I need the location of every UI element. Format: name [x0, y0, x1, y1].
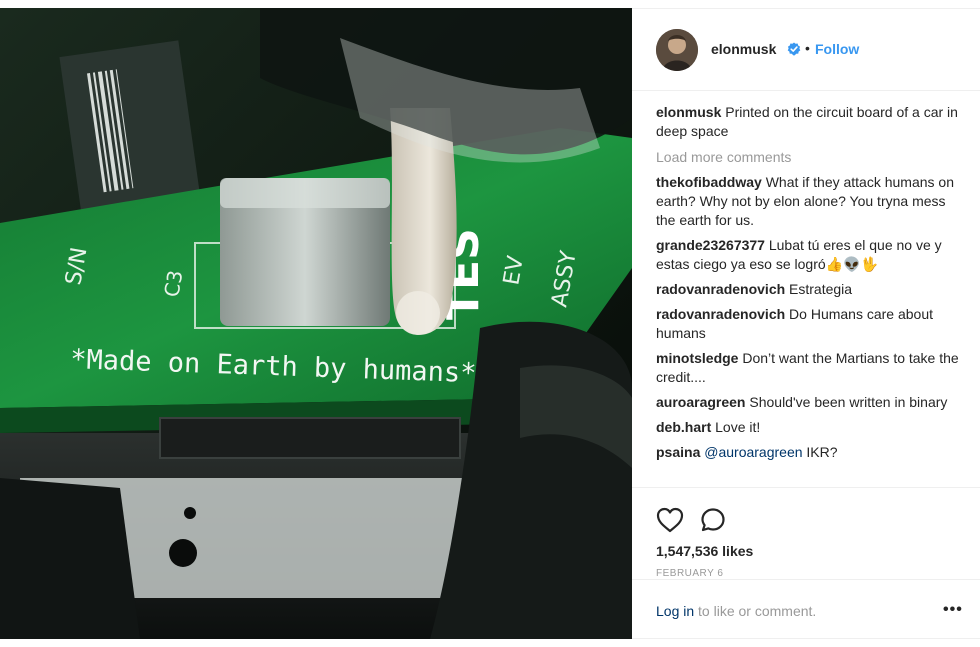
comment-text: Love it! [715, 419, 761, 435]
login-link[interactable]: Log in [656, 603, 694, 619]
comments-list: elonmusk Printed on the circuit board of… [656, 103, 966, 468]
comment-mention[interactable]: @auroaragreen [704, 444, 802, 460]
verified-badge-icon [787, 42, 801, 56]
post-photo[interactable]: S/N C3 EV ASSY TES *Made on Earth by hum… [0, 8, 632, 639]
comment-username[interactable]: auroaragreen [656, 394, 745, 410]
post-date: FEBRUARY 6 [656, 568, 724, 579]
follow-button[interactable]: Follow [815, 41, 859, 57]
more-options-button[interactable]: ••• [943, 601, 963, 619]
load-more-comments-button[interactable]: Load more comments [656, 149, 966, 165]
comment-bubble-icon[interactable] [700, 507, 726, 533]
comment-username[interactable]: thekofibaddway [656, 174, 762, 190]
circuit-board-image: S/N C3 EV ASSY TES *Made on Earth by hum… [0, 8, 632, 639]
comment-item: minotsledge Don’t want the Martians to t… [656, 349, 966, 387]
author-username[interactable]: elonmusk [711, 41, 776, 57]
silk-ev: EV [499, 254, 529, 287]
comment-username[interactable]: minotsledge [656, 350, 738, 366]
comment-item: auroaragreen Should've been written in b… [656, 393, 966, 412]
comment-username[interactable]: psaina [656, 444, 700, 460]
comment-item: radovanradenovich Estrategia [656, 280, 966, 299]
comment-text: Estrategia [789, 281, 853, 297]
comment-item: radovanradenovich Do Humans care about h… [656, 305, 966, 343]
comment-item: deb.hart Love it! [656, 418, 966, 437]
comment-username[interactable]: radovanradenovich [656, 281, 785, 297]
comment-username[interactable]: grande23267377 [656, 237, 765, 253]
post-header: elonmusk • Follow [632, 9, 980, 91]
heart-icon[interactable] [656, 507, 684, 533]
comment-item: psaina @auroaragreen IKR? [656, 443, 966, 462]
post-sidebar: elonmusk • Follow elonmusk Printed on th… [632, 8, 980, 639]
avatar-image [656, 29, 698, 71]
comment-text: IKR? [802, 444, 838, 460]
login-prompt-text: to like or comment. [694, 603, 817, 619]
comment-item: thekofibaddway What if they attack human… [656, 173, 966, 230]
separator-dot: • [805, 40, 810, 56]
post-footer: Log in to like or comment. ••• [632, 579, 980, 639]
comment-username[interactable]: deb.hart [656, 419, 711, 435]
comment-item: grande23267377 Lubat tú eres el que no v… [656, 236, 966, 274]
post-actions: 1,547,536 likes FEBRUARY 6 [632, 487, 980, 579]
caption-username[interactable]: elonmusk [656, 104, 721, 120]
silk-c3: C3 [159, 268, 187, 298]
comment-username[interactable]: radovanradenovich [656, 306, 785, 322]
post-caption: elonmusk Printed on the circuit board of… [656, 103, 966, 141]
avatar[interactable] [656, 29, 698, 71]
login-prompt: Log in to like or comment. [656, 603, 816, 619]
like-count[interactable]: 1,547,536 likes [656, 543, 753, 559]
comment-text: Should've been written in binary [749, 394, 948, 410]
